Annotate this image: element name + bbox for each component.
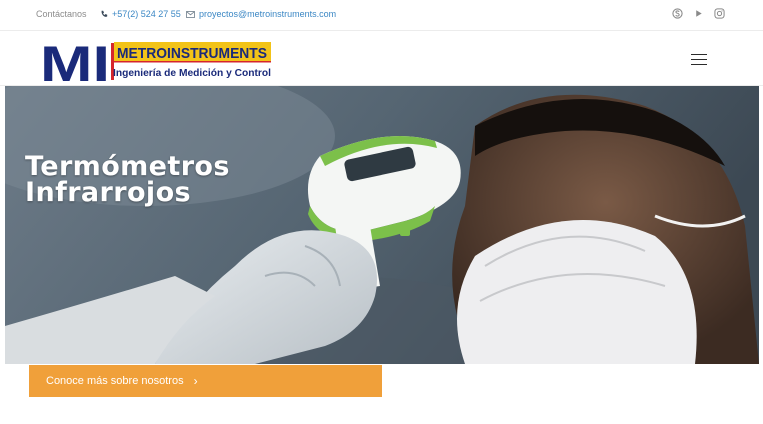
hero-title: Termómetros Infrarrojos (25, 153, 230, 208)
about-us-button[interactable]: Conoce más sobre nosotros › (29, 365, 382, 397)
social-links (672, 8, 725, 19)
hamburger-icon[interactable] (690, 52, 710, 66)
logo-name: METROINSTRUMENTS (117, 45, 267, 62)
email-address: proyectos@metroinstruments.com (199, 9, 337, 19)
chevron-right-icon: › (193, 374, 198, 388)
logo-tagline: Ingeniería de Medición y Control (113, 67, 271, 79)
phone-icon (101, 10, 108, 17)
mail-icon (186, 10, 195, 18)
email-link[interactable]: proyectos@metroinstruments.com (186, 9, 336, 19)
hero-banner: Termómetros Infrarrojos (5, 86, 759, 364)
instagram-icon[interactable] (714, 8, 725, 19)
top-bar: Contáctanos +57(2) 524 27 55 proyectos@m… (0, 0, 763, 31)
phone-link[interactable]: +57(2) 524 27 55 (100, 9, 181, 19)
skype-icon[interactable] (672, 8, 683, 19)
hero-photo (5, 86, 759, 364)
contact-label: Contáctanos (36, 9, 87, 19)
play-icon[interactable] (693, 8, 704, 19)
metroinstruments-logo[interactable]: MI METROINSTRUMENTS Ingeniería de Medici… (40, 40, 272, 82)
logo-monogram: MI (40, 40, 110, 82)
hero-title-line2: Infrarrojos (25, 177, 192, 208)
site-header: MI METROINSTRUMENTS Ingeniería de Medici… (0, 32, 763, 86)
phone-number: +57(2) 524 27 55 (112, 9, 181, 19)
about-us-button-label: Conoce más sobre nosotros (46, 375, 184, 387)
